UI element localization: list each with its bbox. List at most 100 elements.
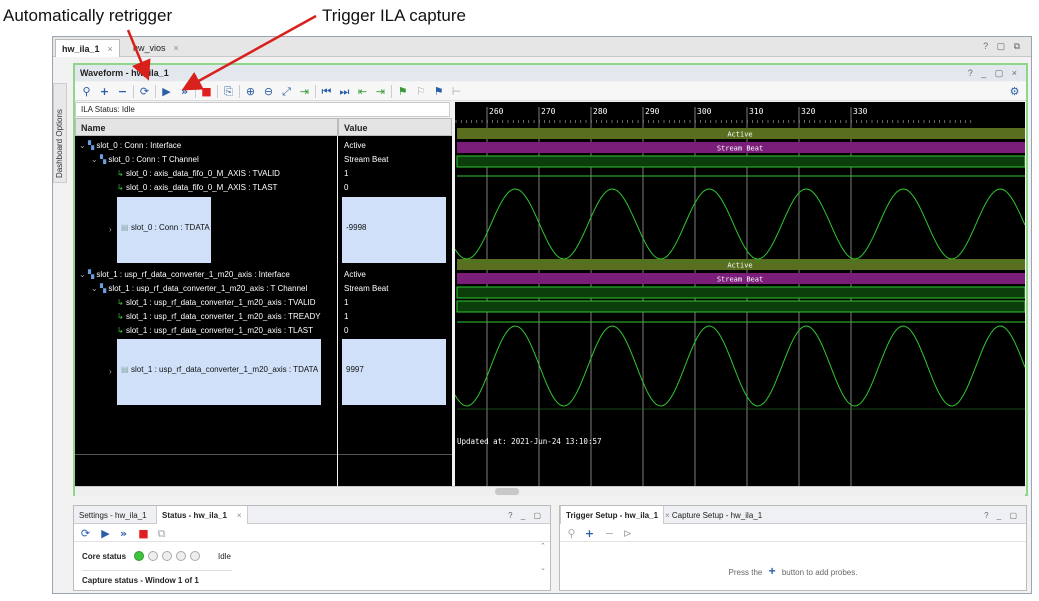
tab-settings[interactable]: Settings - hw_ila_1 (74, 506, 152, 524)
probe-row[interactable]: ↳ slot_1 : usp_rf_data_converter_1_m20_a… (75, 324, 337, 338)
add-probe-icon[interactable]: + (97, 84, 112, 99)
go-to-end-icon[interactable]: ⏭ (337, 84, 352, 99)
status-toolbar: ⟳ ▶ » ■ ⧉ (74, 525, 550, 542)
tab-status[interactable]: Status - hw_ila_1 × (156, 506, 248, 524)
status-dot (148, 551, 158, 561)
zoom-in-icon[interactable]: ⊕ (243, 84, 258, 99)
copy-icon[interactable]: ⧉ (154, 526, 169, 541)
signal-high-trace (456, 300, 1026, 313)
previous-transition-icon[interactable]: ⇤ (355, 84, 370, 99)
waveform-title-bar: Waveform - hw_ila_1 ? _ ▢ × (75, 65, 1026, 81)
tab-label: Status - hw_ila_1 (162, 511, 227, 520)
auto-retrigger-icon[interactable]: ⟳ (78, 526, 93, 541)
add-probe-icon[interactable]: + (582, 526, 597, 541)
run-trigger-icon[interactable]: ▶ (159, 84, 174, 99)
vertical-scrollbar[interactable]: ⌃ ⌄ (540, 542, 548, 590)
remove-probe-icon[interactable]: − (115, 84, 130, 99)
zoom-out-icon[interactable]: ⊖ (261, 84, 276, 99)
signal-high-trace (456, 155, 1026, 168)
waveform-controls[interactable]: ? _ ▢ × (968, 68, 1020, 79)
probe-name: slot_1 : usp_rf_data_converter_1_m20_axi… (108, 284, 308, 293)
probe-row[interactable]: ↳ slot_1 : usp_rf_data_converter_1_m20_a… (75, 296, 337, 310)
panel-controls[interactable]: ? _ ▢ (508, 511, 544, 520)
name-column-header[interactable]: Name (75, 118, 338, 136)
gear-icon[interactable]: ⚙ (1007, 84, 1022, 99)
stop-icon[interactable]: ■ (199, 84, 214, 99)
hint-text: Press the (728, 568, 763, 577)
bus-value-label: Stream Beat (717, 145, 763, 153)
next-transition-icon[interactable]: ⇥ (373, 84, 388, 99)
annotation-retrigger: Automatically retrigger (3, 6, 173, 25)
probe-value: 0 (344, 183, 349, 192)
status-dot (190, 551, 200, 561)
panel-controls[interactable]: ? _ ▢ (984, 511, 1020, 520)
previous-marker-icon[interactable]: ⚐ (413, 84, 428, 99)
search-icon[interactable]: ⚲ (564, 526, 579, 541)
close-icon[interactable]: × (174, 43, 179, 53)
dashboard-options-tab[interactable]: Dashboard Options (53, 83, 67, 183)
divider (82, 570, 232, 571)
waveform-title: Waveform - hw_ila_1 (80, 68, 169, 78)
status-dot (162, 551, 172, 561)
add-marker-icon[interactable]: ⚑ (395, 84, 410, 99)
waveform-svg: 260 270 280 290 300 310 320 330 Active Stream Bea… (454, 102, 1026, 494)
probe-row[interactable]: ⌄ ▚ slot_0 : Conn : T Channel (75, 153, 337, 167)
remove-probe-icon[interactable]: − (602, 526, 617, 541)
tab-hw-vios[interactable]: hw_vios × (127, 39, 185, 57)
probe-value: 1 (344, 312, 349, 321)
divider (338, 454, 452, 455)
separator (315, 85, 316, 98)
time-tick-label: 310 (749, 107, 764, 116)
horizontal-scrollbar[interactable] (75, 486, 1025, 496)
scroll-thumb[interactable] (495, 488, 519, 495)
close-icon[interactable]: × (665, 511, 670, 520)
go-to-start-icon[interactable]: ⏮ (319, 84, 334, 99)
separator (195, 85, 196, 98)
probe-row-selected[interactable]: ▤ slot_1 : usp_rf_data_converter_1_m20_a… (117, 339, 321, 405)
go-to-cursor-icon[interactable]: ⇥ (297, 84, 312, 99)
add-probe-icon[interactable]: + (769, 564, 776, 578)
probe-value-list: Active Stream Beat 1 0 -9998 Active Stre… (338, 136, 452, 494)
auto-retrigger-icon[interactable]: ⟳ (137, 84, 152, 99)
tab-hw-ila-1[interactable]: hw_ila_1 × (55, 39, 120, 57)
capture-status: Capture status - Window 1 of 1 (82, 576, 199, 585)
trigger-immediate-icon[interactable]: » (116, 526, 131, 541)
search-icon[interactable]: ⚲ (79, 84, 94, 99)
close-icon[interactable]: × (108, 44, 113, 54)
probe-name: slot_0 : Conn : T Channel (108, 155, 199, 164)
settings-status-panel: Settings - hw_ila_1 Status - hw_ila_1 × ?… (73, 505, 551, 591)
next-marker-icon[interactable]: ⚑ (431, 84, 446, 99)
probe-name: slot_1 : usp_rf_data_converter_1_m20_axi… (125, 326, 314, 335)
empty-hint: Press the + button to add probes. (560, 564, 1026, 578)
value-column-header[interactable]: Value (338, 118, 452, 136)
time-tick-label: 280 (593, 107, 608, 116)
probe-name: slot_1 : usp_rf_data_converter_1_m20_axi… (125, 312, 321, 321)
tab-trigger-setup[interactable]: Trigger Setup - hw_ila_1 (560, 506, 665, 524)
waveform-canvas[interactable]: 260 270 280 290 300 310 320 330 Active Stream Bea… (454, 102, 1026, 494)
time-tick-label: 270 (541, 107, 556, 116)
zoom-fit-icon[interactable]: ⤢ (279, 84, 294, 99)
probe-value: 1 (344, 298, 349, 307)
probe-name: slot_0 : axis_data_fifo_0_M_AXIS : TLAST (125, 183, 278, 192)
tab-label: hw_ila_1 (62, 44, 100, 54)
probe-row[interactable]: ⌄ ▚ slot_1 : usp_rf_data_converter_1_m20… (75, 282, 337, 296)
trigger-immediate-icon[interactable]: » (177, 84, 192, 99)
stop-icon[interactable]: ■ (136, 526, 151, 541)
time-tick-label: 300 (697, 107, 712, 116)
divider (75, 454, 337, 455)
tdata-analog-trace (454, 188, 1026, 260)
tab-capture-setup[interactable]: × Capture Setup - hw_ila_1 (660, 506, 767, 524)
run-trigger-icon[interactable]: ▶ (98, 526, 113, 541)
trigger-condition-icon[interactable]: ⊳ (620, 526, 635, 541)
probe-row[interactable]: ↳ slot_0 : axis_data_fifo_0_M_AXIS : TLA… (75, 181, 337, 195)
probe-row[interactable]: ↳ slot_0 : axis_data_fifo_0_M_AXIS : TVA… (75, 167, 337, 181)
close-icon[interactable]: × (237, 511, 242, 520)
probe-row[interactable]: ⌄ ▚ slot_0 : Conn : Interface (75, 139, 337, 153)
probe-row[interactable]: ↳ slot_1 : usp_rf_data_converter_1_m20_a… (75, 310, 337, 324)
swap-cursors-icon[interactable]: ⊢ (449, 84, 464, 99)
export-icon[interactable]: ⎘ (221, 84, 236, 99)
core-status-label: Core status (82, 552, 127, 561)
window-controls[interactable]: ? ▢ ⧉ (983, 41, 1023, 52)
probe-row-selected[interactable]: ▤ slot_0 : Conn : TDATA (117, 197, 211, 263)
probe-row[interactable]: ⌄ ▚ slot_1 : usp_rf_data_converter_1_m20… (75, 268, 337, 282)
